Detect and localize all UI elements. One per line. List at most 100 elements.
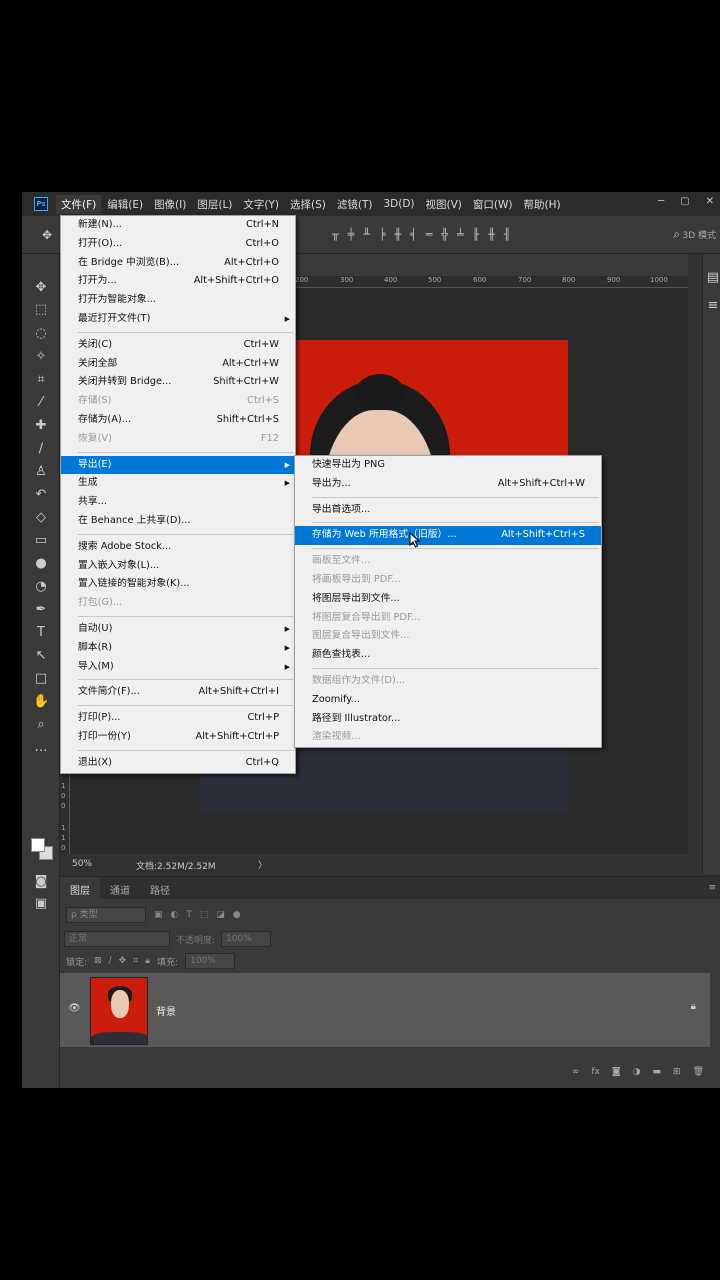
lock-position-icon[interactable]: ✥ bbox=[119, 956, 127, 966]
menu-image[interactable]: 图像(I) bbox=[149, 195, 191, 214]
adjustment-layer-icon[interactable]: ◑ bbox=[633, 1067, 641, 1077]
file-menu-item[interactable]: 最近打开文件(T) ▶ bbox=[61, 310, 295, 329]
align-right-icon[interactable]: ╡ bbox=[410, 228, 417, 241]
marquee-icon[interactable]: ⬚ bbox=[33, 302, 49, 318]
file-menu-item[interactable]: 共享... bbox=[61, 493, 295, 512]
filter-shape-icon[interactable]: ⬚ bbox=[200, 910, 209, 920]
foreground-color-swatch[interactable] bbox=[31, 838, 45, 852]
pen-icon[interactable]: ✒ bbox=[33, 602, 49, 618]
file-menu-item[interactable]: 文件简介(F)... Alt+Shift+Ctrl+I bbox=[61, 683, 295, 702]
menu-edit[interactable]: 编辑(E) bbox=[102, 195, 148, 214]
hand-icon[interactable]: ✋ bbox=[33, 694, 49, 710]
tab-layers[interactable]: 图层 bbox=[60, 877, 100, 899]
rectangle-icon[interactable]: □ bbox=[33, 671, 49, 687]
eyedropper-icon[interactable]: ⁄ bbox=[33, 395, 49, 411]
align-vcenter-icon[interactable]: ╪ bbox=[348, 228, 355, 241]
filter-pixel-icon[interactable]: ▣ bbox=[154, 910, 163, 920]
distribute-vcenter-icon[interactable]: ╬ bbox=[441, 228, 448, 241]
menu-help[interactable]: 帮助(H) bbox=[519, 195, 566, 214]
file-menu-item[interactable]: 置入链接的智能对象(K)... bbox=[61, 575, 295, 594]
menu-view[interactable]: 视图(V) bbox=[421, 195, 467, 214]
file-menu-item[interactable]: 打开为智能对象... bbox=[61, 291, 295, 310]
filter-smart-icon[interactable]: ◪ bbox=[216, 910, 225, 920]
opacity-input[interactable]: 100% bbox=[221, 931, 272, 947]
lock-paint-icon[interactable]: ∕ bbox=[109, 956, 112, 966]
history-brush-icon[interactable]: ↶ bbox=[33, 487, 49, 503]
move-icon[interactable]: ✥ bbox=[33, 280, 49, 296]
align-hcenter-icon[interactable]: ╫ bbox=[395, 228, 402, 241]
menu-window[interactable]: 窗口(W) bbox=[468, 195, 518, 214]
file-menu-item[interactable]: 打印一份(Y) Alt+Shift+Ctrl+P bbox=[61, 728, 295, 747]
brush-icon[interactable]: ∕ bbox=[33, 441, 49, 457]
3d-mode-label[interactable]: 3D 模式 bbox=[682, 228, 716, 241]
file-menu-item[interactable]: 打开为... Alt+Shift+Ctrl+O bbox=[61, 272, 295, 291]
panel-adjust-icon[interactable]: ≡ bbox=[705, 298, 720, 314]
visibility-eye-icon[interactable]: 👁︎ bbox=[68, 1003, 81, 1014]
new-group-icon[interactable]: ▬ bbox=[653, 1067, 662, 1077]
gradient-icon[interactable]: ▭ bbox=[33, 533, 49, 549]
maximize-icon[interactable]: ▢ bbox=[680, 196, 689, 207]
fx-icon[interactable]: fx bbox=[591, 1067, 600, 1077]
file-menu-item[interactable]: 打印(P)... Ctrl+P bbox=[61, 709, 295, 728]
export-menu-item[interactable]: 导出首选项... bbox=[295, 501, 601, 520]
tab-paths[interactable]: 路径 bbox=[140, 877, 180, 899]
file-menu-item[interactable]: 脚本(R) ▶ bbox=[61, 639, 295, 658]
new-layer-icon[interactable]: ⊞ bbox=[673, 1067, 681, 1077]
more-tools-icon[interactable]: … bbox=[33, 740, 49, 756]
file-menu-item[interactable]: 关闭全部 Alt+Ctrl+W bbox=[61, 355, 295, 374]
file-menu-item[interactable]: 自动(U) ▶ bbox=[61, 620, 295, 639]
file-menu-item[interactable]: 在 Bridge 中浏览(B)... Alt+Ctrl+O bbox=[61, 254, 295, 273]
blend-mode-select[interactable]: 正常 bbox=[64, 931, 170, 947]
tab-channels[interactable]: 通道 bbox=[100, 877, 140, 899]
dodge-icon[interactable]: ◔ bbox=[33, 579, 49, 595]
file-menu-item[interactable]: 生成 ▶ bbox=[61, 474, 295, 493]
align-top-icon[interactable]: ╥ bbox=[332, 228, 339, 241]
layer-row-background[interactable]: 👁︎ 背景 🔒︎ bbox=[60, 973, 710, 1047]
quick-mask-icon[interactable]: ◙ bbox=[33, 874, 49, 890]
file-menu-item[interactable]: 退出(X) Ctrl+Q bbox=[61, 754, 295, 773]
quick-select-icon[interactable]: ✧ bbox=[33, 349, 49, 365]
move-tool-icon[interactable]: ✥ bbox=[42, 228, 52, 242]
minimize-icon[interactable]: ─ bbox=[658, 196, 664, 207]
lock-artboard-icon[interactable]: ⌗ bbox=[133, 956, 138, 966]
clone-stamp-icon[interactable]: ♙ bbox=[33, 464, 49, 480]
close-icon[interactable]: ✕ bbox=[706, 196, 714, 207]
export-menu-item[interactable]: 快速导出为 PNG bbox=[295, 456, 601, 475]
filter-toggle-icon[interactable]: ● bbox=[233, 910, 241, 920]
file-menu-item[interactable]: 导出(E) ▶ bbox=[61, 455, 295, 475]
type-icon[interactable]: T bbox=[33, 625, 49, 641]
panel-color-icon[interactable]: ▤ bbox=[705, 270, 720, 286]
menu-3d[interactable]: 3D(D) bbox=[378, 196, 419, 212]
eraser-icon[interactable]: ◇ bbox=[33, 510, 49, 526]
menu-select[interactable]: 选择(S) bbox=[285, 195, 331, 214]
file-menu-item[interactable]: 关闭(C) Ctrl+W bbox=[61, 336, 295, 355]
align-left-icon[interactable]: ╞ bbox=[379, 228, 386, 241]
lock-all-icon[interactable]: 🔒︎ bbox=[145, 956, 150, 966]
file-menu-item[interactable]: 在 Behance 上共享(D)... bbox=[61, 512, 295, 531]
file-menu-item[interactable]: 搜索 Adobe Stock... bbox=[61, 538, 295, 557]
distribute-bottom-icon[interactable]: ╧ bbox=[457, 228, 464, 241]
delete-layer-icon[interactable]: 🗑︎ bbox=[693, 1067, 704, 1077]
file-menu-item[interactable]: 存储为(A)... Shift+Ctrl+S bbox=[61, 411, 295, 430]
lock-transparent-icon[interactable]: ⊠ bbox=[94, 956, 102, 966]
zoom-level[interactable]: 50% bbox=[72, 859, 92, 869]
export-menu-item[interactable]: Zoomify... bbox=[295, 691, 601, 710]
distribute-hcenter-icon[interactable]: ╫ bbox=[488, 228, 495, 241]
export-menu-item[interactable]: 将图层导出到文件... bbox=[295, 590, 601, 609]
panel-menu-icon[interactable]: ≡ bbox=[708, 883, 716, 893]
zoom-icon[interactable]: ⌕ bbox=[33, 717, 49, 733]
export-menu-item[interactable]: 路径到 Illustrator... bbox=[295, 710, 601, 729]
file-menu-item[interactable]: 置入嵌入对象(L)... bbox=[61, 557, 295, 576]
layer-name[interactable]: 背景 bbox=[156, 1003, 176, 1018]
file-menu-item[interactable]: 关闭并转到 Bridge... Shift+Ctrl+W bbox=[61, 373, 295, 392]
file-menu-item[interactable]: 新建(N)... Ctrl+N bbox=[61, 216, 295, 235]
file-menu-item[interactable]: 导入(M) ▶ bbox=[61, 658, 295, 677]
align-buttons[interactable]: ╥ ╪ ╨ ╞ ╫ ╡ ═ ╬ ╧ ╟ ╫ ╢ bbox=[332, 228, 510, 241]
export-menu-item[interactable]: 导出为... Alt+Shift+Ctrl+W bbox=[295, 475, 601, 494]
lasso-icon[interactable]: ◌ bbox=[33, 326, 49, 342]
path-select-icon[interactable]: ↖ bbox=[33, 648, 49, 664]
distribute-left-icon[interactable]: ╟ bbox=[473, 228, 480, 241]
distribute-right-icon[interactable]: ╢ bbox=[504, 228, 511, 241]
align-bottom-icon[interactable]: ╨ bbox=[363, 228, 370, 241]
filter-adjust-icon[interactable]: ◐ bbox=[171, 910, 179, 920]
